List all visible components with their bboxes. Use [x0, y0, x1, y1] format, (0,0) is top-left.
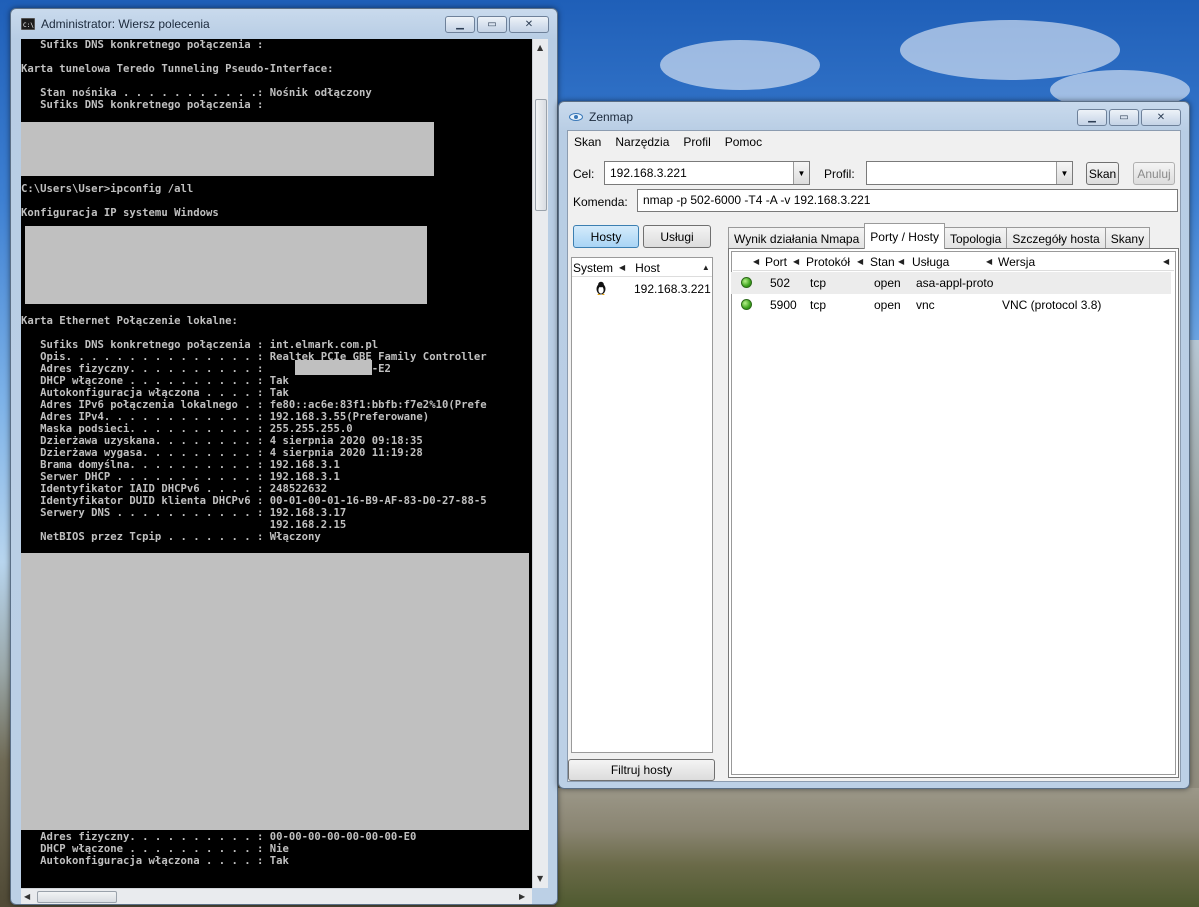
column-protocol[interactable]: Protokół	[806, 255, 850, 269]
command-label: Komenda:	[573, 195, 628, 209]
scroll-up-icon[interactable]: ▲	[537, 43, 543, 52]
scroll-left-icon[interactable]: ◀	[24, 892, 30, 901]
desktop-landscape	[556, 788, 1199, 907]
port-protocol: tcp	[810, 298, 827, 312]
sort-left-icon: ◀	[1163, 257, 1170, 266]
sort-left-icon: ◀	[753, 257, 760, 266]
console-icon: C:\	[21, 18, 35, 30]
services-view-button[interactable]: Usługi	[643, 225, 711, 248]
maximize-icon: ▭	[487, 19, 497, 30]
window-title: Zenmap	[589, 110, 634, 124]
column-host[interactable]: Host	[635, 261, 660, 275]
port-state: open	[874, 276, 901, 290]
command-field[interactable]: nmap -p 502-6000 -T4 -A -v 192.168.3.221	[637, 189, 1178, 212]
host-row[interactable]: 192.168.3.221	[572, 280, 712, 298]
console-text-bottom: Adres fizyczny. . . . . . . . . . : 00-0…	[40, 831, 417, 867]
window-title: Administrator: Wiersz polecenia	[41, 17, 210, 31]
command-prompt-window[interactable]: C:\ Administrator: Wiersz polecenia ▁ ▭ …	[10, 8, 558, 905]
horizontal-scrollbar[interactable]: ◀ ▶	[21, 888, 532, 904]
target-combobox[interactable]: 192.168.3.221 ▼	[604, 161, 810, 185]
tab-host-details[interactable]: Szczegóły hosta	[1006, 227, 1106, 249]
close-button[interactable]: ✕	[509, 16, 549, 33]
redacted-block	[295, 360, 372, 375]
menu-bar: Skan Narzędzia Profil Pomoc	[568, 131, 1180, 153]
profile-label: Profil:	[824, 167, 855, 181]
zenmap-window[interactable]: Zenmap ▁ ▭ ✕ Skan Narzędzia Profil Pomoc…	[558, 101, 1190, 789]
port-version: VNC (protocol 3.8)	[1002, 298, 1102, 312]
result-tabs: Wynik działania Nmapa Porty / Hosty Topo…	[728, 223, 1151, 249]
sort-left-icon: ◀	[986, 257, 993, 266]
port-protocol: tcp	[810, 276, 827, 290]
table-row[interactable]: 5900 tcp open vnc VNC (protocol 3.8)	[731, 294, 1171, 316]
linux-penguin-icon	[596, 281, 606, 295]
cancel-button[interactable]: Anuluj	[1133, 162, 1175, 185]
port-number: 502	[770, 276, 791, 290]
sort-left-icon: ◀	[793, 257, 800, 266]
table-row[interactable]: 502 tcp open asa-appl-proto	[731, 272, 1171, 294]
host-list-header: System ◀ Host ▲	[572, 259, 712, 277]
port-service: vnc	[916, 298, 935, 312]
cloud	[660, 40, 820, 90]
column-state[interactable]: Stan	[870, 255, 895, 269]
target-value: 192.168.3.221	[610, 166, 687, 180]
ports-table[interactable]: ◀ Port ◀ Protokół ◀ Stan ◀ Usługa ◀ Wers…	[728, 248, 1179, 778]
hosts-view-button[interactable]: Hosty	[573, 225, 639, 248]
column-port[interactable]: Port	[765, 255, 787, 269]
tab-nmap-output[interactable]: Wynik działania Nmapa	[728, 227, 866, 249]
menu-pomoc[interactable]: Pomoc	[725, 135, 762, 149]
redacted-block	[25, 226, 427, 304]
close-icon: ✕	[1156, 112, 1166, 123]
column-system[interactable]: System	[573, 261, 613, 275]
minimize-icon: ▁	[1088, 112, 1096, 123]
maximize-button[interactable]: ▭	[1109, 109, 1139, 126]
sort-up-icon: ▲	[701, 263, 710, 272]
scroll-right-icon[interactable]: ▶	[519, 892, 525, 901]
redacted-block	[21, 553, 529, 830]
tab-scans[interactable]: Skany	[1104, 227, 1151, 249]
column-service[interactable]: Usługa	[912, 255, 949, 269]
zenmap-content: Skan Narzędzia Profil Pomoc Cel: 192.168…	[567, 130, 1181, 782]
cloud	[900, 20, 1120, 80]
close-icon: ✕	[524, 19, 534, 30]
menu-narzedzia[interactable]: Narzędzia	[615, 135, 669, 149]
minimize-button[interactable]: ▁	[445, 16, 475, 33]
host-address: 192.168.3.221	[634, 282, 711, 296]
minimize-icon: ▁	[456, 19, 464, 30]
chevron-down-icon[interactable]: ▼	[1056, 162, 1072, 184]
tab-ports-hosts[interactable]: Porty / Hosty	[864, 223, 945, 249]
minimize-button[interactable]: ▁	[1077, 109, 1107, 126]
host-list[interactable]: System ◀ Host ▲ 192.168.3.221	[571, 257, 713, 753]
filter-hosts-button[interactable]: Filtruj hosty	[568, 759, 715, 781]
tab-topology[interactable]: Topologia	[943, 227, 1008, 249]
sort-left-icon: ◀	[898, 257, 905, 266]
target-label: Cel:	[573, 167, 595, 181]
command-value: nmap -p 502-6000 -T4 -A -v 192.168.3.221	[643, 193, 871, 207]
ports-table-header: ◀ Port ◀ Protokół ◀ Stan ◀ Usługa ◀ Wers…	[733, 253, 1174, 271]
scroll-thumb[interactable]	[535, 99, 547, 211]
vertical-scrollbar[interactable]: ▲ ▼	[532, 39, 548, 888]
console-output[interactable]: Sufiks DNS konkretnego połączenia : Kart…	[21, 39, 532, 888]
menu-profil[interactable]: Profil	[683, 135, 710, 149]
port-state: open	[874, 298, 901, 312]
port-service: asa-appl-proto	[916, 276, 994, 290]
zenmap-eye-icon	[569, 113, 583, 121]
scroll-thumb[interactable]	[37, 891, 117, 903]
chevron-down-icon[interactable]: ▼	[793, 162, 809, 184]
maximize-button[interactable]: ▭	[477, 16, 507, 33]
sort-left-icon: ◀	[857, 257, 864, 266]
port-number: 5900	[770, 298, 797, 312]
port-open-status-icon	[741, 277, 752, 288]
port-open-status-icon	[741, 299, 752, 310]
sort-left-icon: ◀	[619, 263, 626, 272]
maximize-icon: ▭	[1119, 112, 1129, 123]
scroll-down-icon[interactable]: ▼	[537, 874, 543, 883]
redacted-block	[21, 122, 434, 176]
column-version[interactable]: Wersja	[998, 255, 1035, 269]
menu-skan[interactable]: Skan	[574, 135, 601, 149]
scan-button[interactable]: Skan	[1086, 162, 1119, 185]
profile-combobox[interactable]: ▼	[866, 161, 1073, 185]
svg-text:C:\: C:\	[23, 22, 34, 29]
close-button[interactable]: ✕	[1141, 109, 1181, 126]
